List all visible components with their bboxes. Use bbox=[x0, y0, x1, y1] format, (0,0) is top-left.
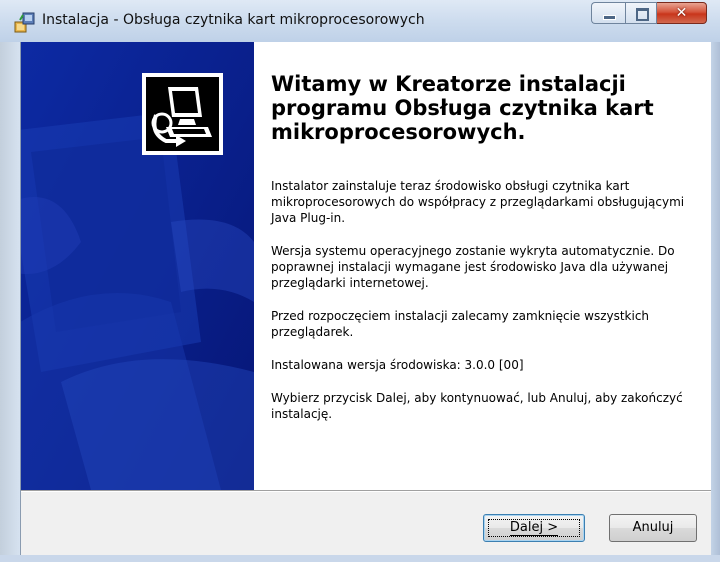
cancel-button[interactable]: Anuluj bbox=[609, 514, 697, 542]
wizard-client-area: Witamy w Kreatorze instalacji programu O… bbox=[20, 42, 711, 555]
minimize-button[interactable] bbox=[591, 2, 625, 24]
banner-artwork bbox=[21, 42, 254, 490]
installer-icon bbox=[14, 12, 35, 33]
title-bar[interactable]: Instalacja - Obsługa czytnika kart mikro… bbox=[0, 0, 720, 42]
focus-rectangle bbox=[488, 519, 580, 537]
caption-buttons: ✕ bbox=[591, 2, 707, 26]
wizard-banner bbox=[21, 42, 254, 490]
window-frame-bottom bbox=[0, 555, 720, 562]
installer-window: Instalacja - Obsługa czytnika kart mikro… bbox=[0, 0, 720, 562]
welcome-body: Instalator zainstaluje teraz środowisko … bbox=[271, 178, 696, 439]
minimize-icon bbox=[603, 15, 616, 20]
next-button[interactable]: Dalej > bbox=[483, 514, 585, 542]
paragraph-close-browsers: Przed rozpoczęciem instalacji zalecamy z… bbox=[271, 309, 650, 339]
button-bar: Dalej > Anuluj bbox=[21, 492, 711, 555]
wizard-content: Witamy w Kreatorze instalacji programu O… bbox=[254, 42, 711, 490]
window-title: Instalacja - Obsługa czytnika kart mikro… bbox=[42, 12, 425, 28]
paragraph-version: Instalowana wersja środowiska: 3.0.0 [00… bbox=[271, 358, 524, 372]
close-icon: ✕ bbox=[675, 5, 688, 21]
close-button[interactable]: ✕ bbox=[657, 2, 707, 24]
paragraph-instructions: Wybierz przycisk Dalej, aby kontynuować,… bbox=[271, 391, 683, 421]
computer-setup-icon bbox=[146, 77, 219, 151]
paragraph-os-detection: Wersja systemu operacyjnego zostanie wyk… bbox=[271, 244, 675, 290]
welcome-heading: Witamy w Kreatorze instalacji programu O… bbox=[271, 72, 654, 144]
maximize-icon bbox=[636, 8, 649, 21]
window-frame-right bbox=[710, 42, 720, 562]
paragraph-intro: Instalator zainstaluje teraz środowisko … bbox=[271, 179, 685, 225]
window-frame-left bbox=[0, 42, 20, 562]
maximize-button[interactable] bbox=[625, 2, 657, 24]
